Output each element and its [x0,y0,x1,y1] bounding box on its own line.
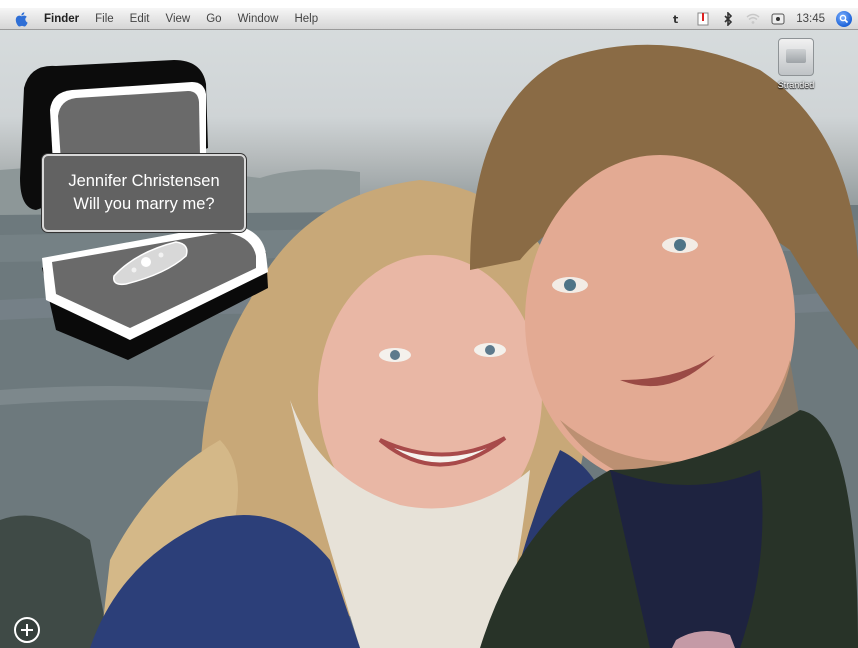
plus-circle-icon [21,624,33,636]
proposal-question: Will you marry me? [73,195,215,213]
menubar-clock[interactable]: 13:45 [796,13,825,25]
add-widget-button[interactable] [14,617,40,643]
menu-view[interactable]: View [166,13,191,25]
menu-bar: Finder File Edit View Go Window Help t 1… [0,8,858,30]
menu-help[interactable]: Help [294,13,318,25]
menu-file[interactable]: File [95,13,114,25]
menu-edit[interactable]: Edit [130,13,150,25]
proposal-message-box: Jennifer Christensen Will you marry me? [42,154,246,232]
bluetooth-icon[interactable] [721,11,735,26]
text-input-icon[interactable]: t [671,12,685,26]
drive-label: Stranded [777,80,815,90]
svg-text:t: t [673,13,678,25]
menu-window[interactable]: Window [238,13,279,25]
menu-go[interactable]: Go [206,13,221,25]
proposal-name: Jennifer Christensen [68,172,220,190]
menu-finder[interactable]: Finder [44,13,79,25]
spotlight-search-icon[interactable] [836,10,852,27]
desktop-drive[interactable]: Stranded [772,38,820,90]
hard-drive-icon[interactable] [778,38,814,76]
wifi-icon[interactable] [746,12,760,26]
volume-icon[interactable] [771,12,785,26]
document-alert-icon[interactable] [696,12,710,26]
apple-menu-icon[interactable] [14,11,30,27]
ring-box-widget[interactable]: Jennifer Christensen Will you marry me? [16,58,272,376]
top-border-strip [0,0,858,8]
